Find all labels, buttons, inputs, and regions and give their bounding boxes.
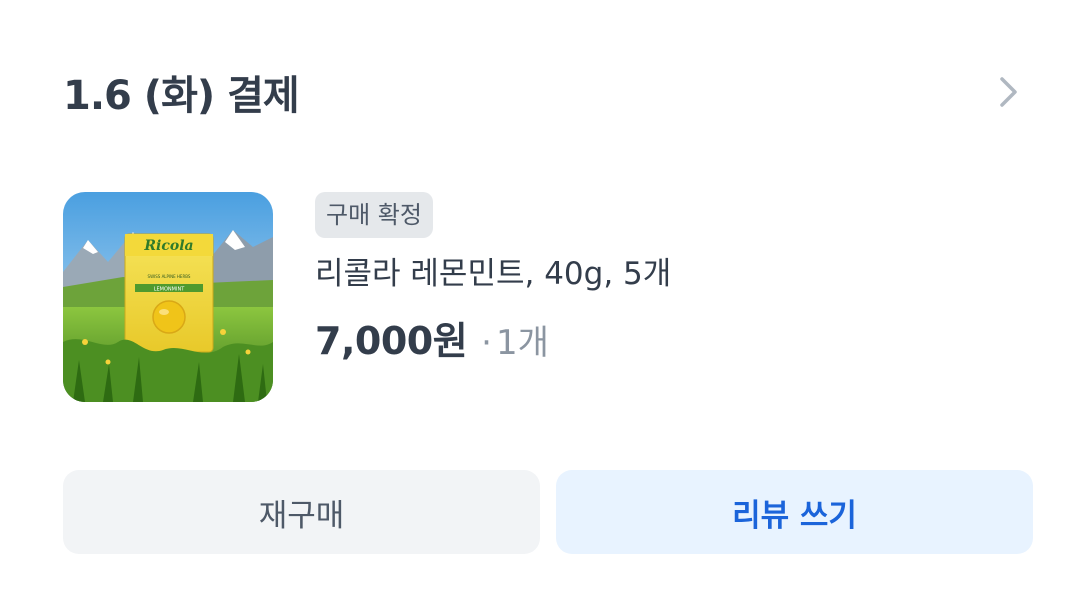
quantity-separator: · [481, 323, 492, 363]
order-header[interactable]: 1.6 (화) 결제 [63, 60, 1023, 124]
product-quantity: 1개 [495, 323, 549, 363]
product-item[interactable]: Ricola SWISS ALPINE HERBS LEMONMINT 구매 확… [63, 192, 671, 402]
rebuy-button[interactable]: 재구매 [63, 470, 540, 554]
svg-text:LEMONMINT: LEMONMINT [154, 287, 185, 293]
svg-text:SWISS ALPINE HERBS: SWISS ALPINE HERBS [148, 274, 191, 279]
order-card: 1.6 (화) 결제 Ricola SWISS ALPINE HERBS LEM… [0, 0, 1079, 597]
product-name[interactable]: 리콜라 레몬민트, 40g, 5개 [315, 252, 671, 296]
write-review-button[interactable]: 리뷰 쓰기 [556, 470, 1033, 554]
price-row: 7,000원 · 1개 [315, 310, 671, 365]
status-badge: 구매 확정 [315, 192, 433, 238]
chevron-right-icon[interactable] [991, 74, 1027, 110]
order-date-title: 1.6 (화) 결제 [63, 73, 300, 119]
product-image[interactable]: Ricola SWISS ALPINE HERBS LEMONMINT [63, 192, 273, 402]
product-price: 7,000원 [315, 319, 468, 363]
brand-logo-text: Ricola [143, 238, 193, 254]
product-quantity-group: · 1개 [481, 315, 549, 364]
action-buttons: 재구매 리뷰 쓰기 [63, 470, 1033, 554]
product-info: 구매 확정 리콜라 레몬민트, 40g, 5개 7,000원 · 1개 [315, 192, 671, 402]
